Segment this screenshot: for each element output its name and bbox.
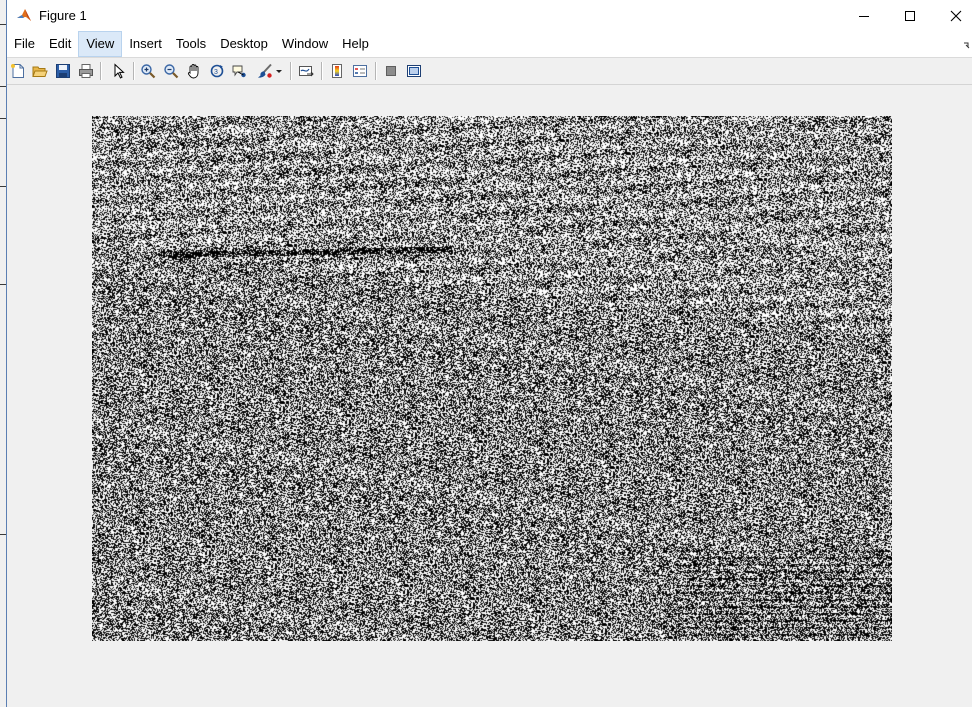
zoom-in-icon	[141, 64, 156, 79]
open-file-button[interactable]	[29, 60, 51, 82]
show-plot-tools-button[interactable]	[403, 60, 425, 82]
toolbar-separator	[133, 62, 135, 80]
print-figure-button[interactable]	[75, 60, 97, 82]
open-file-icon	[32, 66, 48, 77]
link-plot-icon	[299, 66, 314, 77]
matlab-icon	[15, 7, 33, 25]
pan-button[interactable]	[183, 60, 205, 82]
brush-dropdown-icon	[276, 70, 282, 73]
zoom-out-button[interactable]	[160, 60, 182, 82]
close-button[interactable]	[933, 0, 972, 31]
menu-file[interactable]: File	[7, 31, 42, 57]
brush-icon	[258, 63, 272, 78]
link-plot-button[interactable]	[295, 60, 317, 82]
toolbar-separator	[100, 62, 102, 80]
figure-toolbar: 3	[7, 58, 972, 85]
insert-legend-button[interactable]	[349, 60, 371, 82]
menu-view[interactable]: View	[78, 31, 123, 57]
menu-bar: File Edit View Insert Tools Desktop Wind…	[7, 31, 972, 58]
insert-colorbar-icon	[332, 64, 342, 78]
rotate-3d-icon: 3	[210, 64, 224, 78]
hide-plot-tools-icon	[386, 66, 396, 76]
figure-window: Figure 1 File Edit View Insert Tools Des…	[6, 0, 972, 707]
zoom-in-button[interactable]	[137, 60, 159, 82]
menu-insert[interactable]: Insert	[122, 31, 169, 57]
title-bar[interactable]: Figure 1	[7, 0, 972, 31]
toolbar-separator	[321, 62, 323, 80]
edit-plot-arrow-icon	[114, 63, 125, 79]
new-figure-button[interactable]	[7, 60, 29, 82]
save-figure-icon	[56, 64, 70, 78]
data-cursor-icon	[232, 65, 246, 78]
minimize-icon	[859, 15, 869, 17]
hide-plot-tools-button[interactable]	[380, 60, 402, 82]
edit-plot-button[interactable]	[108, 60, 130, 82]
rotate-3d-button[interactable]: 3	[206, 60, 228, 82]
toolbar-separator	[290, 62, 292, 80]
insert-colorbar-button[interactable]	[326, 60, 348, 82]
toolbar-dock-icon[interactable]	[963, 41, 971, 49]
data-cursor-button[interactable]	[229, 60, 251, 82]
save-figure-button[interactable]	[52, 60, 74, 82]
menu-help[interactable]: Help	[335, 31, 376, 57]
close-icon	[950, 10, 962, 21]
menu-tools[interactable]: Tools	[169, 31, 213, 57]
insert-legend-icon	[353, 65, 367, 77]
minimize-button[interactable]	[841, 0, 887, 31]
brush-dropdown-button[interactable]	[273, 60, 285, 82]
toolbar-separator	[375, 62, 377, 80]
show-plot-tools-icon	[407, 65, 421, 77]
figure-image[interactable]	[92, 116, 892, 641]
noise-image-canvas	[92, 116, 892, 641]
maximize-button[interactable]	[887, 0, 933, 31]
svg-text:3: 3	[214, 69, 218, 76]
menu-desktop[interactable]: Desktop	[213, 31, 275, 57]
menu-edit[interactable]: Edit	[42, 31, 78, 57]
zoom-out-icon	[164, 64, 179, 79]
print-figure-icon	[79, 64, 93, 78]
new-figure-icon	[11, 64, 24, 78]
window-title: Figure 1	[39, 8, 87, 23]
pan-hand-icon	[187, 64, 199, 79]
menu-window[interactable]: Window	[275, 31, 335, 57]
maximize-icon	[905, 10, 915, 21]
